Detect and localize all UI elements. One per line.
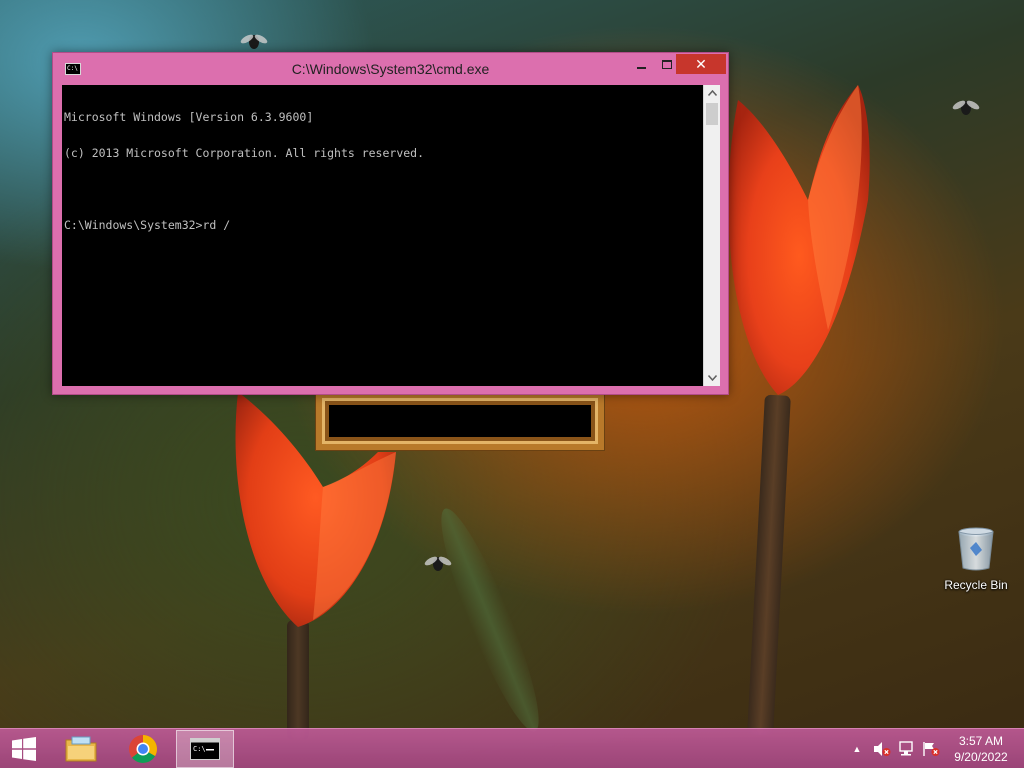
minimize-button[interactable]: [628, 54, 654, 74]
svg-text:C:\: C:\: [193, 745, 206, 753]
close-button[interactable]: ✕: [676, 54, 726, 74]
network-button[interactable]: [897, 729, 917, 768]
flag-icon: [923, 742, 940, 756]
chevron-down-icon: [707, 375, 717, 381]
fly-icon: [952, 100, 980, 115]
tulip-right: [728, 85, 870, 395]
console-line: Microsoft Windows [Version 6.3.9600]: [64, 110, 314, 124]
show-hidden-icons-button[interactable]: ▲: [850, 729, 864, 768]
maximize-icon: [662, 59, 672, 69]
start-button[interactable]: [0, 729, 48, 768]
tulip-stem-left: [287, 620, 309, 740]
recycle-bin-label: Recycle Bin: [944, 578, 1008, 592]
console-output[interactable]: Microsoft Windows [Version 6.3.9600] (c)…: [62, 85, 703, 386]
chrome-icon: [129, 735, 157, 763]
console-line: (c) 2013 Microsoft Corporation. All righ…: [64, 146, 425, 160]
console-prompt-line: C:\Windows\System32>rd /: [64, 218, 231, 232]
cmd-icon: C:\: [190, 738, 220, 760]
fly-icon: [424, 556, 452, 571]
volume-button[interactable]: [872, 729, 892, 768]
grass-leaf: [426, 501, 554, 739]
chevron-up-icon: [707, 90, 717, 96]
clock-time: 3:57 AM: [958, 734, 1004, 748]
window-title: C:\Windows\System32\cmd.exe: [291, 61, 490, 77]
tulip-stem-right: [747, 394, 791, 736]
taskbar-chrome[interactable]: [114, 730, 172, 768]
action-center-button[interactable]: [921, 729, 941, 768]
scroll-up-button[interactable]: [704, 85, 720, 101]
file-explorer-icon: [65, 736, 97, 762]
taskbar-clock[interactable]: 3:57 AM 9/20/2022: [946, 733, 1016, 767]
cmd-window[interactable]: C:\ C:\Windows\System32\cmd.exe ✕ Micros…: [52, 52, 729, 395]
vertical-scrollbar[interactable]: [703, 85, 720, 386]
taskbar: C:\ ▲ 3:57 AM 9/20/2022: [0, 728, 1024, 768]
volume-muted-icon: [874, 742, 891, 756]
chevron-up-icon: ▲: [852, 744, 862, 754]
window-titlebar[interactable]: C:\ C:\Windows\System32\cmd.exe ✕: [53, 53, 728, 85]
scroll-thumb[interactable]: [706, 103, 718, 125]
scroll-down-button[interactable]: [704, 370, 720, 386]
minimize-icon: [636, 67, 646, 69]
taskbar-file-explorer[interactable]: [52, 730, 110, 768]
taskbar-cmd[interactable]: C:\: [176, 730, 234, 768]
windows-logo-icon: [12, 737, 36, 761]
network-icon: [899, 741, 913, 756]
recycle-bin-shortcut[interactable]: Recycle Bin: [938, 526, 1014, 596]
clock-date: 9/20/2022: [954, 750, 1008, 764]
close-icon: ✕: [695, 55, 707, 72]
fly-icon: [240, 34, 268, 49]
recycle-bin-icon: [958, 527, 994, 571]
picture-frame: [316, 392, 604, 450]
